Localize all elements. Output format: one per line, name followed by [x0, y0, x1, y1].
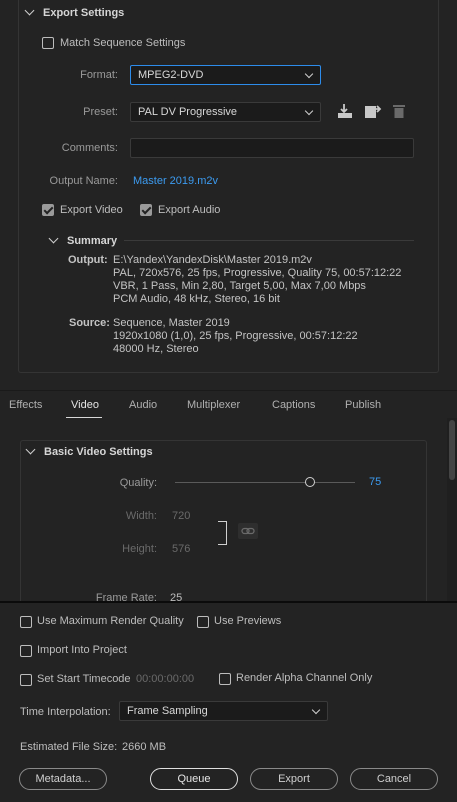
- output-name-link[interactable]: Master 2019.m2v: [133, 175, 218, 187]
- export-video-checkbox[interactable]: [42, 204, 54, 216]
- output-name-label: Output Name:: [49, 175, 118, 187]
- width-value: 720: [172, 510, 191, 522]
- import-into-project-label: Import Into Project: [37, 644, 127, 656]
- time-interpolation-value: Frame Sampling: [127, 705, 208, 717]
- summary-header: Summary: [67, 235, 118, 247]
- basic-video-header: Basic Video Settings: [44, 446, 153, 458]
- time-interpolation-label: Time Interpolation:: [20, 706, 111, 718]
- queue-button[interactable]: Queue: [150, 768, 238, 790]
- match-sequence-checkbox[interactable]: [42, 37, 54, 49]
- export-settings-panel: Export Settings Match Sequence Settings …: [0, 0, 457, 390]
- metadata-button[interactable]: Metadata...: [19, 768, 107, 790]
- summary-line: Sequence, Master 2019: [113, 317, 230, 329]
- chevron-down-icon: [311, 705, 321, 715]
- save-preset-icon[interactable]: [336, 103, 354, 122]
- tab-multiplexer[interactable]: Multiplexer: [187, 399, 240, 411]
- file-size-value: 2660 MB: [122, 741, 167, 753]
- render-alpha-checkbox[interactable]: [219, 673, 231, 685]
- preset-label: Preset:: [83, 106, 118, 118]
- format-value: MPEG2-DVD: [138, 69, 204, 81]
- tab-effects[interactable]: Effects: [9, 399, 42, 411]
- output-summary: E:\Yandex\YandexDisk\Master 2019.m2v PAL…: [113, 254, 401, 306]
- aspect-bracket: [218, 521, 227, 545]
- start-timecode-value[interactable]: 00:00:00:00: [136, 673, 194, 685]
- cancel-button[interactable]: Cancel: [350, 768, 438, 790]
- quality-slider-thumb[interactable]: [305, 477, 315, 487]
- summary-line: 48000 Hz, Stereo: [113, 343, 199, 355]
- export-settings-header: Export Settings: [43, 7, 125, 19]
- summary-line: 1920x1080 (1,0), 25 fps, Progressive, 00…: [113, 330, 358, 342]
- delete-preset-icon[interactable]: [391, 103, 407, 122]
- height-value: 576: [172, 543, 191, 555]
- import-preset-icon[interactable]: [363, 103, 383, 122]
- render-alpha-label: Render Alpha Channel Only: [236, 672, 373, 684]
- width-label: Width:: [125, 510, 157, 522]
- output-summary-label: Output:: [68, 254, 108, 266]
- quality-label: Quality:: [119, 477, 157, 489]
- format-label: Format:: [80, 69, 118, 81]
- max-render-quality-label: Use Maximum Render Quality: [37, 615, 184, 627]
- preset-select[interactable]: PAL DV Progressive: [130, 102, 321, 122]
- export-audio-label: Export Audio: [158, 204, 221, 216]
- summary-line: PCM Audio, 48 kHz, Stereo, 16 bit: [113, 293, 280, 305]
- summary-line: VBR, 1 Pass, Min 2,80, Target 5,00, Max …: [113, 280, 366, 292]
- set-start-timecode-checkbox[interactable]: [20, 674, 32, 686]
- tab-audio[interactable]: Audio: [129, 399, 157, 411]
- set-start-timecode-label: Set Start Timecode: [37, 673, 131, 685]
- export-options-panel: Use Maximum Render Quality Use Previews …: [0, 601, 457, 802]
- height-label: Height:: [122, 543, 157, 555]
- source-summary-label: Source:: [69, 317, 110, 329]
- quality-slider-track[interactable]: [175, 482, 355, 483]
- use-previews-label: Use Previews: [214, 615, 282, 627]
- source-summary: Sequence, Master 2019 1920x1080 (1,0), 2…: [113, 317, 358, 356]
- time-interpolation-select[interactable]: Frame Sampling: [119, 701, 328, 721]
- summary-line: E:\Yandex\YandexDisk\Master 2019.m2v: [113, 254, 312, 266]
- frame-rate-label: Frame Rate:: [95, 592, 157, 601]
- preset-value: PAL DV Progressive: [138, 106, 238, 118]
- summary-divider: [124, 240, 414, 241]
- export-audio-checkbox[interactable]: [140, 204, 152, 216]
- tab-video[interactable]: Video: [71, 399, 99, 411]
- tab-captions[interactable]: Captions: [272, 399, 315, 411]
- video-scrollbar-thumb[interactable]: [449, 420, 455, 480]
- settings-tabs: Effects Video Audio Multiplexer Captions…: [0, 390, 457, 419]
- max-render-quality-checkbox[interactable]: [20, 616, 32, 628]
- chevron-down-icon: [304, 106, 314, 116]
- link-dimensions-icon[interactable]: [238, 523, 258, 539]
- quality-value[interactable]: 75: [369, 476, 381, 488]
- use-previews-checkbox[interactable]: [197, 616, 209, 628]
- export-button[interactable]: Export: [250, 768, 338, 790]
- video-settings-panel: Basic Video Settings Quality: 75 Width: …: [0, 418, 457, 601]
- tab-publish[interactable]: Publish: [345, 399, 381, 411]
- import-into-project-checkbox[interactable]: [20, 645, 32, 657]
- match-sequence-label: Match Sequence Settings: [60, 37, 186, 49]
- format-select[interactable]: MPEG2-DVD: [130, 65, 321, 85]
- comments-label: Comments:: [61, 142, 118, 154]
- comments-field[interactable]: [130, 138, 414, 158]
- export-video-label: Export Video: [60, 204, 123, 216]
- frame-rate-value[interactable]: 25: [170, 592, 182, 601]
- summary-line: PAL, 720x576, 25 fps, Progressive, Quali…: [113, 267, 402, 279]
- chevron-down-icon: [304, 69, 314, 79]
- file-size-label: Estimated File Size:: [20, 741, 118, 753]
